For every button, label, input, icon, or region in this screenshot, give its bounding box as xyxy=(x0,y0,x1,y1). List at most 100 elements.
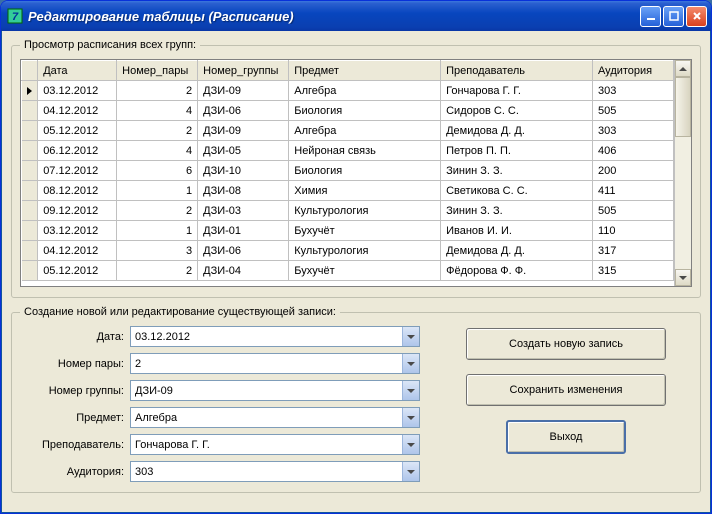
cell-date[interactable]: 04.12.2012 xyxy=(38,241,117,261)
cell-subj[interactable]: Бухучёт xyxy=(289,261,441,281)
close-button[interactable] xyxy=(686,6,707,27)
col-subject[interactable]: Предмет xyxy=(289,61,441,81)
cell-subj[interactable]: Культурология xyxy=(289,201,441,221)
table-row[interactable]: 06.12.20124ДЗИ-05Нейроная связьПетров П.… xyxy=(22,141,674,161)
cell-group[interactable]: ДЗИ-06 xyxy=(198,241,289,261)
cell-teacher[interactable]: Демидова Д. Д. xyxy=(441,241,593,261)
cell-subj[interactable]: Бухучёт xyxy=(289,221,441,241)
cell-group[interactable]: ДЗИ-01 xyxy=(198,221,289,241)
cell-group[interactable]: ДЗИ-05 xyxy=(198,141,289,161)
cell-pair[interactable]: 4 xyxy=(117,101,198,121)
pair-combo[interactable] xyxy=(130,353,420,374)
cell-pair[interactable]: 2 xyxy=(117,81,198,101)
cell-date[interactable]: 08.12.2012 xyxy=(38,181,117,201)
cell-subj[interactable]: Химия xyxy=(289,181,441,201)
subject-dropdown-icon[interactable] xyxy=(402,408,419,427)
col-room[interactable]: Аудитория xyxy=(592,61,673,81)
schedule-grid[interactable]: Дата Номер_пары Номер_группы Предмет Пре… xyxy=(20,59,692,287)
cell-room[interactable]: 411 xyxy=(592,181,673,201)
col-group[interactable]: Номер_группы xyxy=(198,61,289,81)
cell-subj[interactable]: Биология xyxy=(289,101,441,121)
save-button[interactable]: Сохранить изменения xyxy=(466,374,666,406)
cell-date[interactable]: 04.12.2012 xyxy=(38,101,117,121)
cell-date[interactable]: 06.12.2012 xyxy=(38,141,117,161)
cell-pair[interactable]: 2 xyxy=(117,121,198,141)
cell-room[interactable]: 505 xyxy=(592,201,673,221)
teacher-combo[interactable] xyxy=(130,434,420,455)
group-combo[interactable] xyxy=(130,380,420,401)
subject-input[interactable] xyxy=(131,408,402,427)
cell-group[interactable]: ДЗИ-03 xyxy=(198,201,289,221)
scroll-thumb[interactable] xyxy=(675,77,691,137)
room-input[interactable] xyxy=(131,462,402,481)
cell-teacher[interactable]: Сидоров С. С. xyxy=(441,101,593,121)
scroll-track[interactable] xyxy=(675,77,691,269)
col-teacher[interactable]: Преподаватель xyxy=(441,61,593,81)
titlebar[interactable]: 7 Редактирование таблицы (Расписание) xyxy=(1,1,711,31)
cell-subj[interactable]: Алгебра xyxy=(289,121,441,141)
cell-pair[interactable]: 4 xyxy=(117,141,198,161)
scroll-up-button[interactable] xyxy=(675,60,691,77)
cell-teacher[interactable]: Зинин З. З. xyxy=(441,161,593,181)
date-dropdown-icon[interactable] xyxy=(402,327,419,346)
col-date[interactable]: Дата xyxy=(38,61,117,81)
cell-room[interactable]: 200 xyxy=(592,161,673,181)
cell-subj[interactable]: Культурология xyxy=(289,241,441,261)
room-dropdown-icon[interactable] xyxy=(402,462,419,481)
cell-room[interactable]: 505 xyxy=(592,101,673,121)
cell-room[interactable]: 317 xyxy=(592,241,673,261)
cell-pair[interactable]: 3 xyxy=(117,241,198,261)
cell-room[interactable]: 110 xyxy=(592,221,673,241)
cell-date[interactable]: 03.12.2012 xyxy=(38,221,117,241)
teacher-dropdown-icon[interactable] xyxy=(402,435,419,454)
cell-teacher[interactable]: Демидова Д. Д. xyxy=(441,121,593,141)
date-input[interactable] xyxy=(131,327,402,346)
table-row[interactable]: 04.12.20123ДЗИ-06КультурологияДемидова Д… xyxy=(22,241,674,261)
cell-pair[interactable]: 6 xyxy=(117,161,198,181)
cell-date[interactable]: 09.12.2012 xyxy=(38,201,117,221)
cell-date[interactable]: 07.12.2012 xyxy=(38,161,117,181)
room-combo[interactable] xyxy=(130,461,420,482)
cell-pair[interactable]: 2 xyxy=(117,261,198,281)
scroll-down-button[interactable] xyxy=(675,269,691,286)
cell-group[interactable]: ДЗИ-09 xyxy=(198,81,289,101)
table-row[interactable]: 03.12.20122ДЗИ-09АлгебраГончарова Г. Г.3… xyxy=(22,81,674,101)
pair-input[interactable] xyxy=(131,354,402,373)
cell-pair[interactable]: 1 xyxy=(117,181,198,201)
vertical-scrollbar[interactable] xyxy=(674,60,691,286)
cell-room[interactable]: 303 xyxy=(592,121,673,141)
pair-dropdown-icon[interactable] xyxy=(402,354,419,373)
cell-date[interactable]: 03.12.2012 xyxy=(38,81,117,101)
cell-group[interactable]: ДЗИ-06 xyxy=(198,101,289,121)
cell-teacher[interactable]: Зинин З. З. xyxy=(441,201,593,221)
cell-teacher[interactable]: Фёдорова Ф. Ф. xyxy=(441,261,593,281)
teacher-input[interactable] xyxy=(131,435,402,454)
cell-subj[interactable]: Нейроная связь xyxy=(289,141,441,161)
subject-combo[interactable] xyxy=(130,407,420,428)
minimize-button[interactable] xyxy=(640,6,661,27)
cell-pair[interactable]: 1 xyxy=(117,221,198,241)
cell-teacher[interactable]: Гончарова Г. Г. xyxy=(441,81,593,101)
cell-room[interactable]: 406 xyxy=(592,141,673,161)
table-row[interactable]: 03.12.20121ДЗИ-01БухучётИванов И. И.110 xyxy=(22,221,674,241)
cell-group[interactable]: ДЗИ-04 xyxy=(198,261,289,281)
group-dropdown-icon[interactable] xyxy=(402,381,419,400)
table-row[interactable]: 07.12.20126ДЗИ-10БиологияЗинин З. З.200 xyxy=(22,161,674,181)
group-input[interactable] xyxy=(131,381,402,400)
table-row[interactable]: 04.12.20124ДЗИ-06БиологияСидоров С. С.50… xyxy=(22,101,674,121)
maximize-button[interactable] xyxy=(663,6,684,27)
cell-teacher[interactable]: Иванов И. И. xyxy=(441,221,593,241)
cell-subj[interactable]: Алгебра xyxy=(289,81,441,101)
cell-room[interactable]: 315 xyxy=(592,261,673,281)
create-button[interactable]: Создать новую запись xyxy=(466,328,666,360)
table-row[interactable]: 05.12.20122ДЗИ-09АлгебраДемидова Д. Д.30… xyxy=(22,121,674,141)
table-row[interactable]: 05.12.20122ДЗИ-04БухучётФёдорова Ф. Ф.31… xyxy=(22,261,674,281)
date-combo[interactable] xyxy=(130,326,420,347)
cell-date[interactable]: 05.12.2012 xyxy=(38,121,117,141)
table-row[interactable]: 08.12.20121ДЗИ-08ХимияСветикова С. С.411 xyxy=(22,181,674,201)
exit-button[interactable]: Выход xyxy=(506,420,626,454)
cell-group[interactable]: ДЗИ-08 xyxy=(198,181,289,201)
cell-group[interactable]: ДЗИ-09 xyxy=(198,121,289,141)
cell-teacher[interactable]: Светикова С. С. xyxy=(441,181,593,201)
cell-pair[interactable]: 2 xyxy=(117,201,198,221)
